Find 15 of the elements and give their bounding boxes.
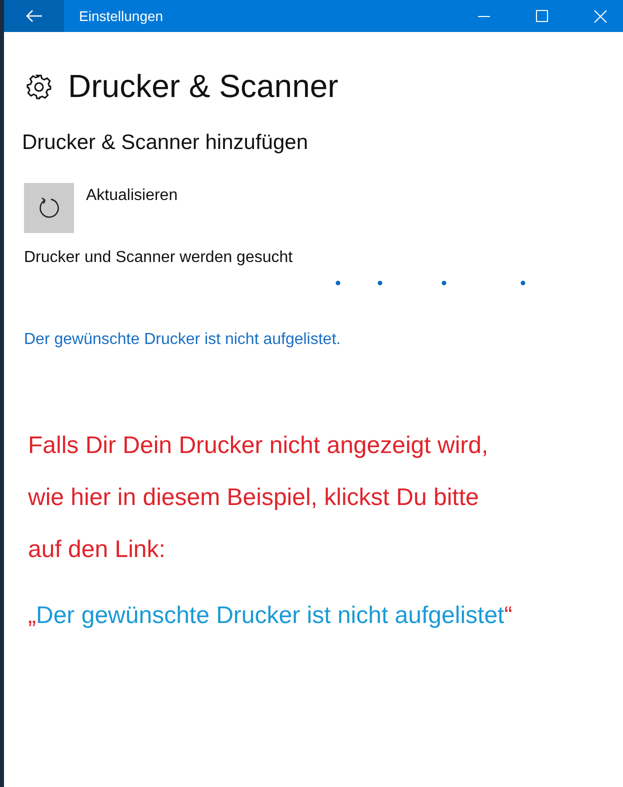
section-heading: Drucker & Scanner hinzufügen [22,131,309,155]
refresh-label: Aktualisieren [86,187,178,205]
search-status: Drucker und Scanner werden gesucht [24,249,294,267]
maximize-icon [536,10,548,22]
annotation-quote: „Der gewünschte Drucker ist nicht aufgelistet“ [28,602,514,630]
page-title: Drucker & Scanner [68,68,338,105]
refresh-button[interactable] [24,183,74,233]
annotation-text: Falls Dir Dein Drucker nicht angezeigt wird, wie hier in diesem Beispiel, klickst Du bitte auf den Link: [28,431,490,565]
printer-not-listed-link[interactable]: Der gewünschte Drucker ist nicht aufgelistet. [24,331,341,349]
window-title: Einstellungen [79,8,164,24]
back-button[interactable] [4,0,64,32]
refresh-icon [37,196,61,220]
settings-icon [26,74,52,100]
back-arrow-icon [25,9,43,23]
close-icon [594,10,606,22]
